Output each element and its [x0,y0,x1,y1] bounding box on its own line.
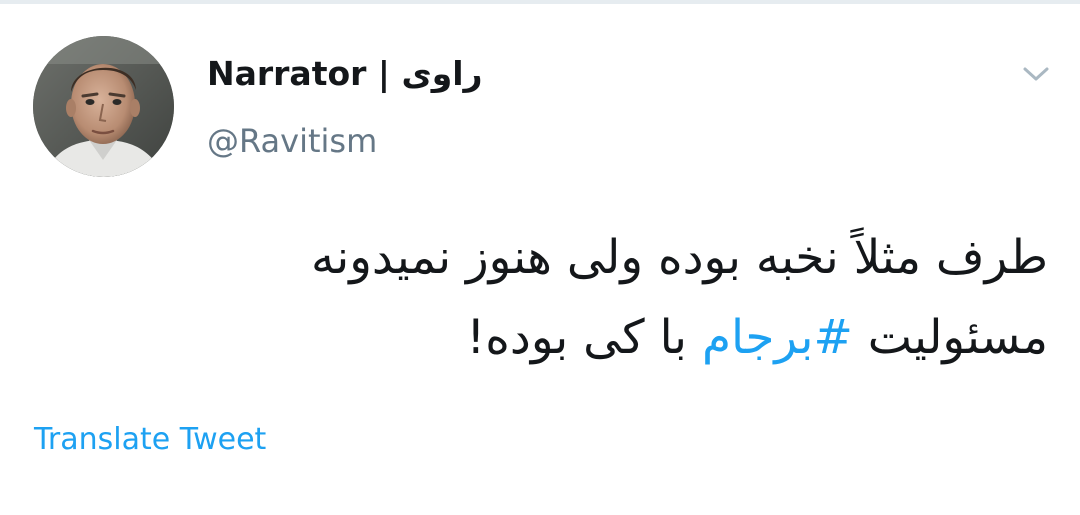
tweet-card: Narrator | راوی @Ravitism طرف مثلاً نخبه… [0,0,1080,515]
translate-tweet-link[interactable]: Translate Tweet [34,418,266,462]
chevron-down-icon [1023,67,1049,81]
author-handle[interactable]: @Ravitism [207,118,377,164]
author-display-name[interactable]: Narrator | راوی [207,50,483,98]
hashtag-link[interactable]: #برجام [702,310,853,365]
tweet-text-line: مسئولیت #برجام با کی بوده! [38,298,1048,378]
tweet-text-line: طرف مثلاً نخبه بوده ولی هنوز نمیدونه [310,230,1048,285]
avatar[interactable] [33,36,174,177]
tweet-text-segment: با کی بوده! [466,310,702,365]
avatar-photo [33,36,174,177]
tweet-menu-button[interactable] [1014,56,1058,92]
tweet-text: طرف مثلاً نخبه بوده ولی هنوز نمیدونه مسئ… [38,218,1048,378]
tweet-text-segment: مسئولیت [852,310,1048,365]
